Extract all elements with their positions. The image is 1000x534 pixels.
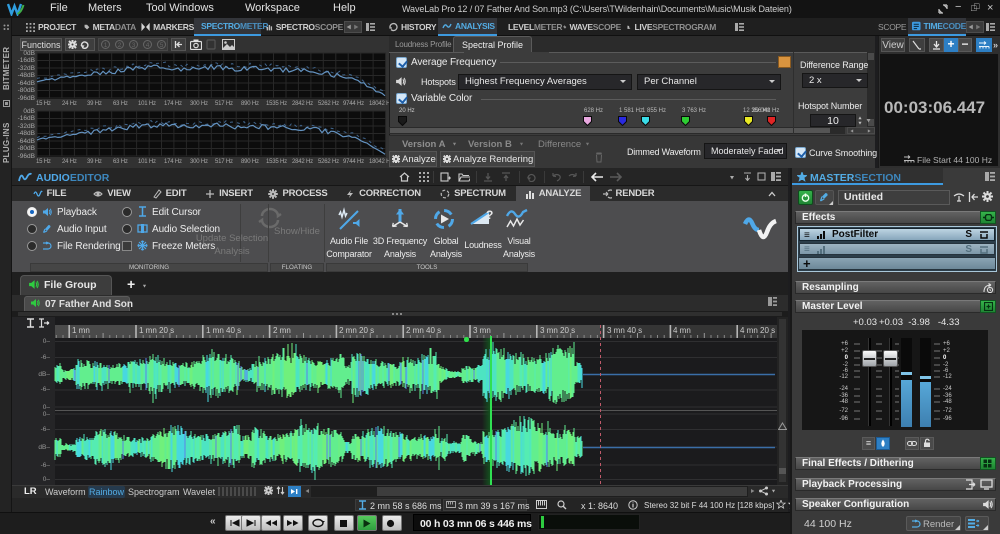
- svg-text:4: 4: [146, 42, 150, 49]
- svg-text:2: 2: [118, 42, 122, 49]
- svg-text:5: 5: [160, 42, 164, 49]
- svg-text:?: ?: [486, 208, 493, 222]
- svg-text:1: 1: [104, 42, 108, 49]
- svg-text:3: 3: [132, 42, 136, 49]
